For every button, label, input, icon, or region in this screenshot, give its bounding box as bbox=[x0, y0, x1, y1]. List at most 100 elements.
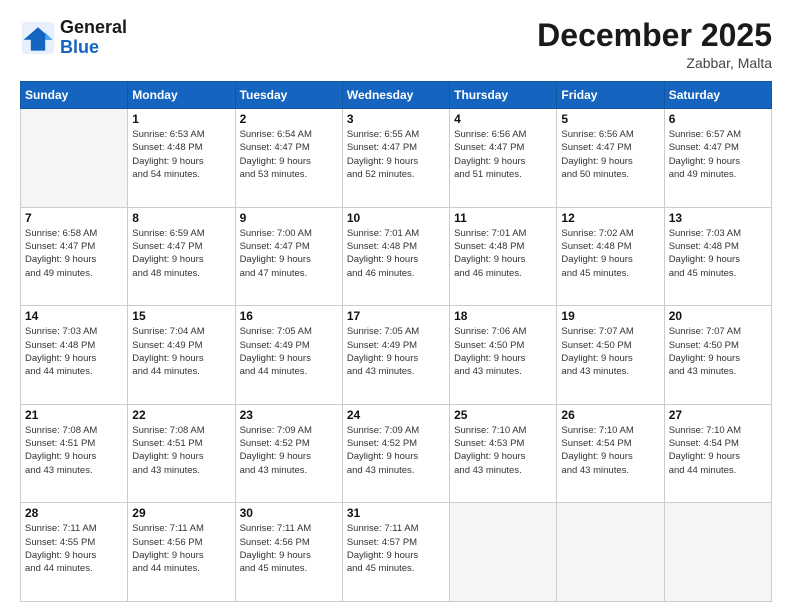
day-detail: Sunrise: 7:03 AMSunset: 4:48 PMDaylight:… bbox=[25, 325, 123, 378]
day-detail: Sunrise: 7:09 AMSunset: 4:52 PMDaylight:… bbox=[240, 424, 338, 477]
day-detail: Sunrise: 7:10 AMSunset: 4:54 PMDaylight:… bbox=[669, 424, 767, 477]
day-detail: Sunrise: 7:01 AMSunset: 4:48 PMDaylight:… bbox=[347, 227, 445, 280]
month-title: December 2025 bbox=[537, 18, 772, 53]
logo: General Blue bbox=[20, 18, 127, 58]
calendar-cell: 10 Sunrise: 7:01 AMSunset: 4:48 PMDayligh… bbox=[342, 207, 449, 306]
logo-icon bbox=[20, 20, 56, 56]
day-number: 15 bbox=[132, 309, 230, 323]
day-number: 2 bbox=[240, 112, 338, 126]
day-detail: Sunrise: 7:00 AMSunset: 4:47 PMDaylight:… bbox=[240, 227, 338, 280]
calendar-cell: 24 Sunrise: 7:09 AMSunset: 4:52 PMDayligh… bbox=[342, 404, 449, 503]
calendar-cell: 31 Sunrise: 7:11 AMSunset: 4:57 PMDayligh… bbox=[342, 503, 449, 602]
day-number: 10 bbox=[347, 211, 445, 225]
calendar-cell: 11 Sunrise: 7:01 AMSunset: 4:48 PMDayligh… bbox=[450, 207, 557, 306]
day-number: 24 bbox=[347, 408, 445, 422]
day-detail: Sunrise: 6:56 AMSunset: 4:47 PMDaylight:… bbox=[561, 128, 659, 181]
title-block: December 2025 Zabbar, Malta bbox=[537, 18, 772, 71]
day-number: 29 bbox=[132, 506, 230, 520]
day-number: 22 bbox=[132, 408, 230, 422]
calendar-cell bbox=[557, 503, 664, 602]
day-number: 31 bbox=[347, 506, 445, 520]
day-number: 26 bbox=[561, 408, 659, 422]
day-number: 11 bbox=[454, 211, 552, 225]
day-detail: Sunrise: 6:56 AMSunset: 4:47 PMDaylight:… bbox=[454, 128, 552, 181]
day-number: 4 bbox=[454, 112, 552, 126]
week-row: 14 Sunrise: 7:03 AMSunset: 4:48 PMDayligh… bbox=[21, 306, 772, 405]
day-number: 17 bbox=[347, 309, 445, 323]
day-detail: Sunrise: 6:59 AMSunset: 4:47 PMDaylight:… bbox=[132, 227, 230, 280]
day-number: 14 bbox=[25, 309, 123, 323]
calendar-cell: 30 Sunrise: 7:11 AMSunset: 4:56 PMDayligh… bbox=[235, 503, 342, 602]
day-number: 3 bbox=[347, 112, 445, 126]
location: Zabbar, Malta bbox=[537, 55, 772, 71]
weekday-header: Wednesday bbox=[342, 82, 449, 109]
weekday-header: Friday bbox=[557, 82, 664, 109]
week-row: 1 Sunrise: 6:53 AMSunset: 4:48 PMDaylight… bbox=[21, 109, 772, 208]
weekday-header: Thursday bbox=[450, 82, 557, 109]
day-number: 20 bbox=[669, 309, 767, 323]
day-detail: Sunrise: 7:10 AMSunset: 4:53 PMDaylight:… bbox=[454, 424, 552, 477]
day-number: 21 bbox=[25, 408, 123, 422]
calendar-cell: 15Sunrise: 7:04 AMSunset: 4:49 PMDayligh… bbox=[128, 306, 235, 405]
day-detail: Sunrise: 6:55 AMSunset: 4:47 PMDaylight:… bbox=[347, 128, 445, 181]
calendar-cell: 9Sunrise: 7:00 AMSunset: 4:47 PMDaylight… bbox=[235, 207, 342, 306]
week-row: 21 Sunrise: 7:08 AMSunset: 4:51 PMDayligh… bbox=[21, 404, 772, 503]
day-detail: Sunrise: 6:53 AMSunset: 4:48 PMDaylight:… bbox=[132, 128, 230, 181]
day-detail: Sunrise: 7:11 AMSunset: 4:56 PMDaylight:… bbox=[240, 522, 338, 575]
day-detail: Sunrise: 6:54 AMSunset: 4:47 PMDaylight:… bbox=[240, 128, 338, 181]
weekday-header: Sunday bbox=[21, 82, 128, 109]
calendar-cell: 1 Sunrise: 6:53 AMSunset: 4:48 PMDaylight… bbox=[128, 109, 235, 208]
calendar-cell: 29 Sunrise: 7:11 AMSunset: 4:56 PMDayligh… bbox=[128, 503, 235, 602]
day-number: 8 bbox=[132, 211, 230, 225]
calendar-cell: 28Sunrise: 7:11 AMSunset: 4:55 PMDayligh… bbox=[21, 503, 128, 602]
header: General Blue December 2025 Zabbar, Malta bbox=[20, 18, 772, 71]
day-number: 27 bbox=[669, 408, 767, 422]
day-detail: Sunrise: 7:02 AMSunset: 4:48 PMDaylight:… bbox=[561, 227, 659, 280]
day-detail: Sunrise: 6:57 AMSunset: 4:47 PMDaylight:… bbox=[669, 128, 767, 181]
calendar-cell: 2 Sunrise: 6:54 AMSunset: 4:47 PMDaylight… bbox=[235, 109, 342, 208]
day-number: 1 bbox=[132, 112, 230, 126]
day-number: 23 bbox=[240, 408, 338, 422]
day-detail: Sunrise: 7:11 AMSunset: 4:55 PMDaylight:… bbox=[25, 522, 123, 575]
calendar-cell: 25 Sunrise: 7:10 AMSunset: 4:53 PMDayligh… bbox=[450, 404, 557, 503]
day-number: 12 bbox=[561, 211, 659, 225]
day-detail: Sunrise: 7:11 AMSunset: 4:57 PMDaylight:… bbox=[347, 522, 445, 575]
day-detail: Sunrise: 7:07 AMSunset: 4:50 PMDaylight:… bbox=[669, 325, 767, 378]
day-number: 30 bbox=[240, 506, 338, 520]
day-number: 13 bbox=[669, 211, 767, 225]
calendar-cell: 27 Sunrise: 7:10 AMSunset: 4:54 PMDayligh… bbox=[664, 404, 771, 503]
calendar-cell: 14 Sunrise: 7:03 AMSunset: 4:48 PMDayligh… bbox=[21, 306, 128, 405]
calendar-cell: 4 Sunrise: 6:56 AMSunset: 4:47 PMDaylight… bbox=[450, 109, 557, 208]
calendar-cell: 6Sunrise: 6:57 AMSunset: 4:47 PMDaylight… bbox=[664, 109, 771, 208]
logo-line2: Blue bbox=[60, 38, 127, 58]
day-detail: Sunrise: 7:09 AMSunset: 4:52 PMDaylight:… bbox=[347, 424, 445, 477]
day-number: 19 bbox=[561, 309, 659, 323]
day-detail: Sunrise: 7:08 AMSunset: 4:51 PMDaylight:… bbox=[25, 424, 123, 477]
day-detail: Sunrise: 7:10 AMSunset: 4:54 PMDaylight:… bbox=[561, 424, 659, 477]
day-number: 25 bbox=[454, 408, 552, 422]
weekday-header: Monday bbox=[128, 82, 235, 109]
calendar-cell: 16 Sunrise: 7:05 AMSunset: 4:49 PMDayligh… bbox=[235, 306, 342, 405]
week-row: 28Sunrise: 7:11 AMSunset: 4:55 PMDayligh… bbox=[21, 503, 772, 602]
weekday-header-row: SundayMondayTuesdayWednesdayThursdayFrid… bbox=[21, 82, 772, 109]
day-detail: Sunrise: 7:08 AMSunset: 4:51 PMDaylight:… bbox=[132, 424, 230, 477]
week-row: 7Sunrise: 6:58 AMSunset: 4:47 PMDaylight… bbox=[21, 207, 772, 306]
calendar-cell bbox=[450, 503, 557, 602]
day-detail: Sunrise: 7:01 AMSunset: 4:48 PMDaylight:… bbox=[454, 227, 552, 280]
weekday-header: Tuesday bbox=[235, 82, 342, 109]
day-detail: Sunrise: 7:03 AMSunset: 4:48 PMDaylight:… bbox=[669, 227, 767, 280]
day-number: 18 bbox=[454, 309, 552, 323]
logo-text: General Blue bbox=[60, 18, 127, 58]
calendar-cell: 22 Sunrise: 7:08 AMSunset: 4:51 PMDayligh… bbox=[128, 404, 235, 503]
day-detail: Sunrise: 7:06 AMSunset: 4:50 PMDaylight:… bbox=[454, 325, 552, 378]
calendar-cell: 3 Sunrise: 6:55 AMSunset: 4:47 PMDaylight… bbox=[342, 109, 449, 208]
calendar-cell: 21 Sunrise: 7:08 AMSunset: 4:51 PMDayligh… bbox=[21, 404, 128, 503]
calendar-cell: 18 Sunrise: 7:06 AMSunset: 4:50 PMDayligh… bbox=[450, 306, 557, 405]
day-detail: Sunrise: 7:11 AMSunset: 4:56 PMDaylight:… bbox=[132, 522, 230, 575]
day-detail: Sunrise: 7:07 AMSunset: 4:50 PMDaylight:… bbox=[561, 325, 659, 378]
day-number: 16 bbox=[240, 309, 338, 323]
day-detail: Sunrise: 7:05 AMSunset: 4:49 PMDaylight:… bbox=[240, 325, 338, 378]
calendar-cell: 23 Sunrise: 7:09 AMSunset: 4:52 PMDayligh… bbox=[235, 404, 342, 503]
weekday-header: Saturday bbox=[664, 82, 771, 109]
calendar-cell bbox=[664, 503, 771, 602]
